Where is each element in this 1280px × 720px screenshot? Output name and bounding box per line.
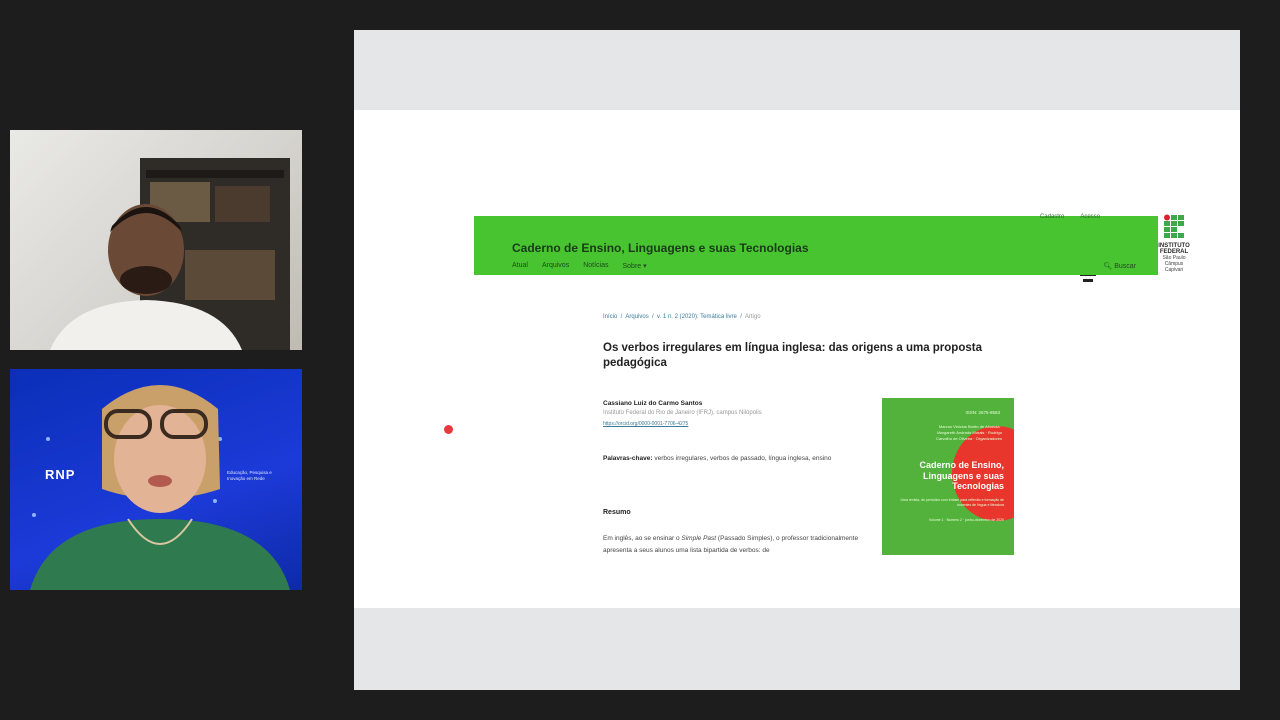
breadcrumb-home[interactable]: Início — [603, 314, 617, 320]
keywords-label: Palavras-chave: — [603, 455, 653, 462]
orcid-link[interactable]: https://orcid.org/0000-0001-7706-4275 — [603, 421, 688, 427]
nav-item-arquivos[interactable]: Arquivos — [542, 262, 569, 270]
breadcrumb-issue[interactable]: v. 1 n. 2 (2020): Temática livre — [657, 314, 737, 320]
author-name: Cassiano Luiz do Carmo Santos — [603, 400, 703, 407]
abstract-pre: Em inglês, ao se ensinar o — [603, 535, 682, 542]
cover-subtitle: Uma revista, de periódico com ênfase par… — [900, 498, 1005, 507]
cover-volume: Volume 1 · Número 2 · junho-dezembro de … — [928, 518, 1004, 522]
article-title: Os verbos irregulares em língua inglesa:… — [603, 342, 982, 369]
keywords: Palavras-chave: verbos irregulares, verb… — [603, 453, 858, 465]
login-link[interactable]: Acesso — [1080, 214, 1100, 220]
journal-header-banner: Cadastro Acesso Caderno de Ensino, Lingu… — [474, 214, 1158, 275]
author-affiliation: Instituto Federal do Rio de Janeiro (IFR… — [603, 410, 762, 416]
search-label: Buscar — [1114, 263, 1136, 270]
cover-editors: Marcus Vinicius Brotto de Almeida · Marg… — [935, 424, 1002, 441]
nav-item-sobre[interactable]: Sobre ▾ — [623, 262, 647, 270]
keywords-value: verbos irregulares, verbos de passado, l… — [654, 455, 832, 462]
breadcrumb: Início / Arquivos / v. 1 n. 2 (2020): Te… — [603, 314, 761, 320]
search-link[interactable]: 🔍︎ Buscar — [1103, 262, 1136, 270]
issue-cover-image[interactable]: ISSN: 2675-8563 Marcus Vinicius Brotto d… — [882, 398, 1014, 555]
search-icon: 🔍︎ — [1103, 263, 1113, 270]
nav-item-noticias[interactable]: Notícias — [583, 262, 608, 270]
participant-video-feed — [50, 158, 290, 350]
journal-title[interactable]: Caderno de Ensino, Linguagens e suas Tec… — [512, 241, 809, 255]
screen-share: INSTITUTO FEDERAL São Paulo Câmpus Capiv… — [354, 30, 1240, 690]
breadcrumb-archives[interactable]: Arquivos — [625, 314, 648, 320]
user-links: Cadastro Acesso — [1040, 214, 1100, 220]
register-link[interactable]: Cadastro — [1040, 214, 1064, 220]
if-grid-icon — [1164, 214, 1184, 238]
participant-video-1[interactable] — [10, 130, 302, 350]
abstract-em: Simple Past — [681, 535, 717, 542]
nav-item-atual[interactable]: Atual — [512, 262, 528, 270]
journal-page: INSTITUTO FEDERAL São Paulo Câmpus Capiv… — [354, 110, 1240, 608]
laser-pointer-dot — [444, 425, 453, 434]
abstract-heading: Resumo — [603, 509, 631, 516]
rnp-logo: RNP — [45, 467, 76, 482]
rnp-tagline: Educação, Pesquisa e Inovação em Rede — [227, 470, 272, 481]
breadcrumb-current: Artigo — [744, 314, 761, 320]
abstract-text: Em inglês, ao se ensinar o Simple Past (… — [603, 533, 863, 557]
cover-issn: ISSN: 2675-8563 — [965, 410, 1000, 415]
participant-video-2[interactable]: RNP Educação, Pesquisa e Inovação em Red… — [10, 369, 302, 590]
cover-title: Caderno de Ensino, Linguagens e suas Tec… — [919, 460, 1004, 491]
primary-nav: Atual Arquivos Notícias Sobre ▾ — [512, 262, 647, 270]
